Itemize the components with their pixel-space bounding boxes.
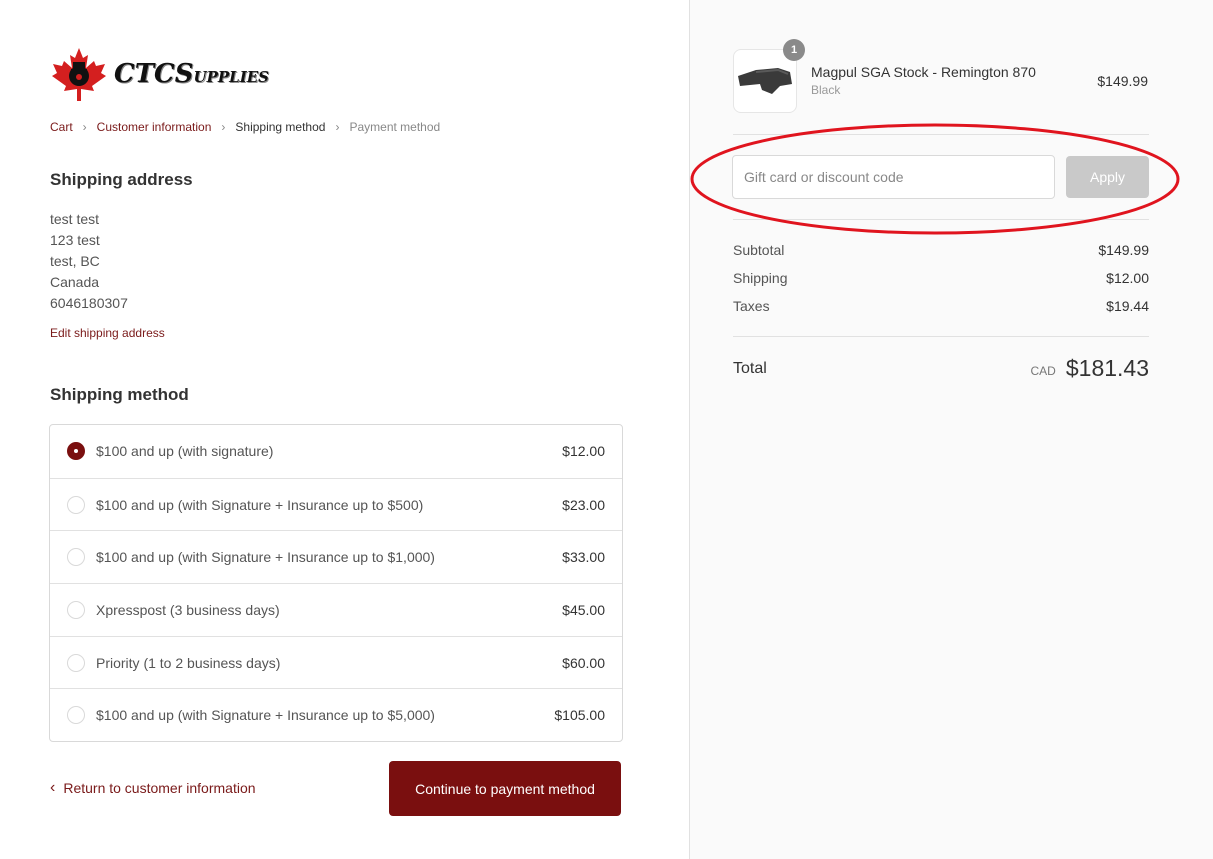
shipping-option[interactable]: $100 and up (with Signature + Insurance … xyxy=(50,477,622,531)
shipping-option-price: $23.00 xyxy=(562,496,605,513)
taxes-row: Taxes $19.44 xyxy=(733,298,1149,314)
radio-button[interactable] xyxy=(67,548,85,567)
return-to-customer-information-link[interactable]: ‹ Return to customer information xyxy=(50,779,256,797)
shipping-value: $12.00 xyxy=(1106,270,1149,286)
shipping-address-title: Shipping address xyxy=(50,170,193,189)
chevron-left-icon: ‹ xyxy=(50,779,56,796)
address-line: 123 test xyxy=(50,232,100,248)
logo-text-small: UPPLIES xyxy=(193,68,269,86)
shipping-option-price: $105.00 xyxy=(554,707,605,724)
shipping-option[interactable]: $100 and up (with Signature + Insurance … xyxy=(50,530,622,583)
chevron-right-icon: › xyxy=(335,120,340,134)
address-line: test, BC xyxy=(50,253,100,269)
shipping-label: Shipping xyxy=(733,270,788,286)
address-line: Canada xyxy=(50,274,100,290)
edit-shipping-address-link[interactable]: Edit shipping address xyxy=(50,326,165,340)
radio-button[interactable] xyxy=(67,653,85,672)
subtotal-value: $149.99 xyxy=(1098,242,1149,258)
taxes-value: $19.44 xyxy=(1106,298,1149,314)
shipping-option-label: $100 and up (with Signature + Insurance … xyxy=(96,549,435,566)
radio-button[interactable] xyxy=(67,495,85,514)
chevron-right-icon: › xyxy=(82,120,87,134)
radio-button[interactable] xyxy=(67,600,85,619)
breadcrumb-payment-method: Payment method xyxy=(349,120,441,134)
taxes-label: Taxes xyxy=(733,298,770,314)
divider xyxy=(733,336,1149,337)
radio-button[interactable] xyxy=(67,706,85,725)
subtotal-row: Subtotal $149.99 xyxy=(733,242,1149,258)
logo-text-big: CTCS xyxy=(114,59,194,89)
shipping-option-label: $100 and up (with Signature + Insurance … xyxy=(96,496,424,513)
continue-to-payment-button[interactable]: Continue to payment method xyxy=(389,761,621,816)
shipping-option[interactable]: $100 and up (with signature) $12.00 xyxy=(50,425,622,478)
return-link-label: Return to customer information xyxy=(63,780,256,796)
shipping-option-price: $45.00 xyxy=(562,601,605,618)
address-line: test test xyxy=(50,211,100,227)
store-logo[interactable]: CTCS UPPLIES xyxy=(50,46,269,102)
annotation-ellipse xyxy=(690,123,1180,235)
shipping-row: Shipping $12.00 xyxy=(733,270,1149,286)
shipping-option[interactable]: Priority (1 to 2 business days) $60.00 xyxy=(50,635,622,689)
product-price: $149.99 xyxy=(1097,73,1148,89)
chevron-right-icon: › xyxy=(221,120,226,134)
radio-button-selected[interactable] xyxy=(67,442,85,461)
shipping-method-title: Shipping method xyxy=(50,385,189,404)
breadcrumb-shipping-method: Shipping method xyxy=(235,120,326,134)
product-name: Magpul SGA Stock - Remington 870 xyxy=(811,64,1036,80)
total-amount: CAD $181.43 xyxy=(1031,355,1149,382)
shipping-option-price: $12.00 xyxy=(562,443,605,460)
breadcrumb-customer-information[interactable]: Customer information xyxy=(97,120,212,134)
maple-leaf-icon xyxy=(52,48,106,101)
shipping-option-label: $100 and up (with signature) xyxy=(96,443,274,460)
divider xyxy=(733,219,1149,220)
total-label: Total xyxy=(733,359,767,377)
shipping-option-label: Xpresspost (3 business days) xyxy=(96,601,280,618)
shipping-option-price: $33.00 xyxy=(562,549,605,566)
shipping-option-label: Priority (1 to 2 business days) xyxy=(96,654,281,671)
discount-code-input[interactable] xyxy=(732,155,1055,199)
subtotal-label: Subtotal xyxy=(733,242,785,258)
shipping-option[interactable]: $100 and up (with Signature + Insurance … xyxy=(50,688,622,741)
product-image-icon xyxy=(738,68,792,94)
total-value: $181.43 xyxy=(1065,355,1149,381)
order-summary-sidebar: 1 Magpul SGA Stock - Remington 870 Black… xyxy=(689,0,1213,859)
quantity-badge: 1 xyxy=(783,39,805,61)
shipping-address: test test 123 test test, BC Canada 60461… xyxy=(50,209,128,314)
breadcrumb: Cart › Customer information › Shipping m… xyxy=(50,120,440,134)
shipping-option-price: $60.00 xyxy=(562,654,605,671)
breadcrumb-cart[interactable]: Cart xyxy=(50,120,73,134)
shipping-option-label: $100 and up (with Signature + Insurance … xyxy=(96,707,435,724)
total-row: Total CAD $181.43 xyxy=(733,355,1149,382)
shipping-method-list: $100 and up (with signature) $12.00 $100… xyxy=(49,424,623,743)
address-line: 6046180307 xyxy=(50,295,128,311)
divider xyxy=(733,134,1149,135)
shipping-option[interactable]: Xpresspost (3 business days) $45.00 xyxy=(50,583,622,636)
product-variant: Black xyxy=(811,83,841,97)
apply-discount-button[interactable]: Apply xyxy=(1066,156,1149,198)
checkout-main: CTCS UPPLIES Cart › Customer information … xyxy=(0,0,689,859)
logo-text: CTCS UPPLIES xyxy=(114,59,269,89)
currency-code: CAD xyxy=(1030,363,1056,378)
